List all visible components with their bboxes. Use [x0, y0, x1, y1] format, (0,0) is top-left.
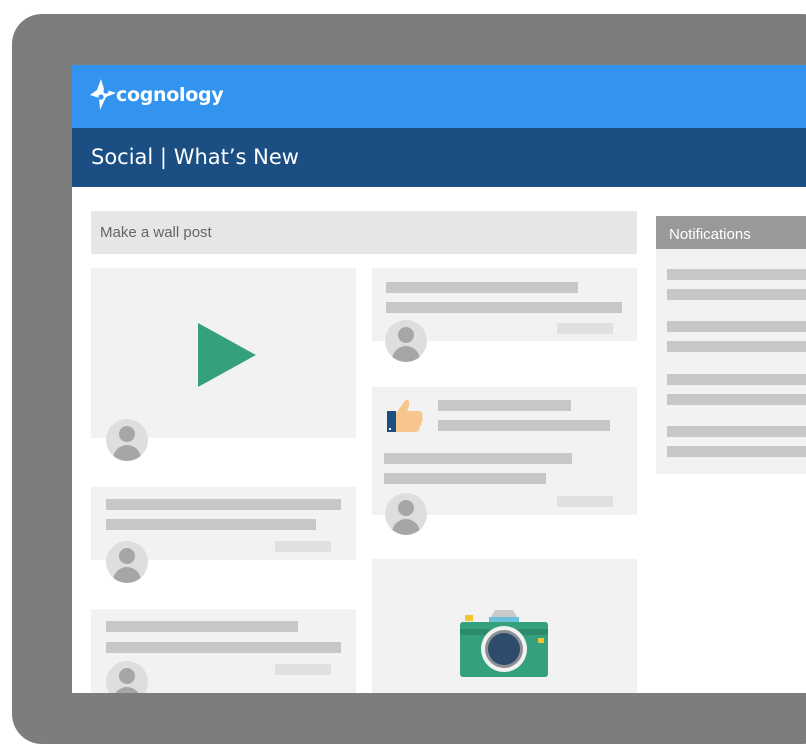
avatar[interactable] [106, 419, 148, 461]
text-line-placeholder [438, 420, 610, 431]
text-line-placeholder [438, 400, 571, 411]
notification-line-placeholder [667, 374, 806, 385]
notification-line-placeholder [667, 446, 806, 457]
title-bar: Social | What’s New [72, 128, 806, 187]
avatar[interactable] [385, 320, 427, 362]
camera-icon[interactable] [457, 609, 551, 679]
text-line-placeholder [106, 621, 298, 632]
wall-post-input[interactable]: Make a wall post [91, 211, 637, 254]
timestamp-placeholder [557, 496, 613, 507]
thumbs-up-icon[interactable] [386, 397, 426, 435]
notifications-header[interactable]: Notifications [656, 216, 806, 249]
text-line-placeholder [386, 302, 622, 313]
photo-post-card[interactable] [372, 559, 637, 693]
wall-post-placeholder: Make a wall post [100, 224, 212, 241]
notifications-list [656, 249, 806, 474]
notification-line-placeholder [667, 321, 806, 332]
notifications-title: Notifications [669, 226, 751, 243]
text-line-placeholder [106, 499, 341, 510]
notification-line-placeholder [667, 426, 806, 437]
avatar[interactable] [385, 493, 427, 535]
text-line-placeholder [106, 519, 316, 530]
notification-line-placeholder [667, 341, 806, 352]
avatar[interactable] [106, 541, 148, 583]
text-line-placeholder [384, 473, 546, 484]
notification-line-placeholder [667, 289, 806, 300]
notification-line-placeholder [667, 394, 806, 405]
timestamp-placeholder [557, 323, 613, 334]
text-line-placeholder [384, 453, 572, 464]
timestamp-placeholder [275, 664, 331, 675]
logo-wordmark: cognology [116, 84, 224, 106]
page-title: Social | What’s New [91, 145, 299, 169]
timestamp-placeholder [275, 541, 331, 552]
app-screen: cognology Social | What’s New Make a wal… [72, 65, 806, 693]
play-icon[interactable] [198, 323, 256, 387]
text-line-placeholder [386, 282, 578, 293]
top-bar: cognology [72, 65, 806, 128]
video-post-card[interactable] [91, 268, 356, 438]
cognology-logo-icon [90, 79, 116, 110]
notification-line-placeholder [667, 269, 806, 280]
text-line-placeholder [106, 642, 341, 653]
brand-logo[interactable]: cognology [88, 75, 224, 115]
